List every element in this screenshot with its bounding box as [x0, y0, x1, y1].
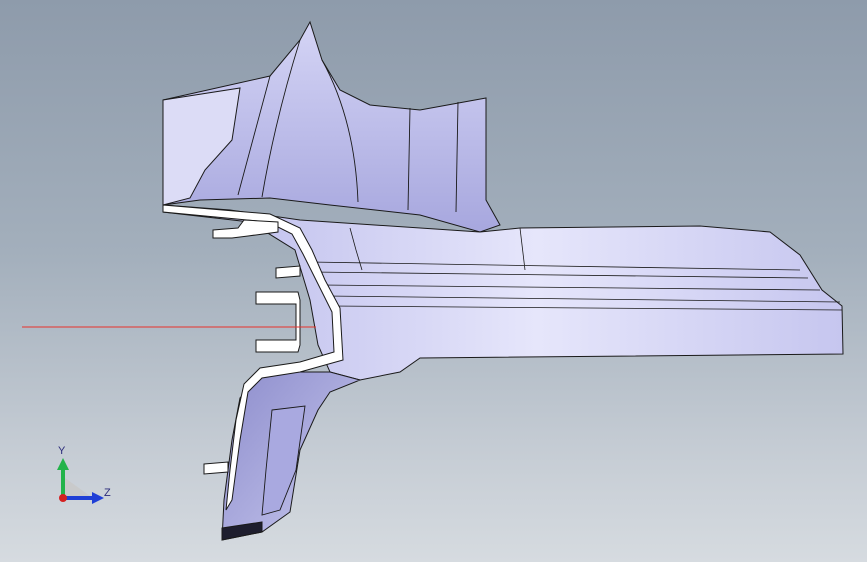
snap-feature-top [212, 219, 279, 239]
axis-triad: Y Z [57, 445, 111, 504]
z-axis-label: Z [104, 487, 111, 499]
triad-plane-icon [65, 478, 90, 496]
snap-feature-mid [255, 291, 301, 353]
x-axis-icon [59, 494, 67, 502]
cad-graphics-viewport[interactable]: Y Z [0, 0, 867, 562]
y-axis-label: Y [58, 445, 66, 457]
part-model[interactable] [0, 0, 867, 562]
